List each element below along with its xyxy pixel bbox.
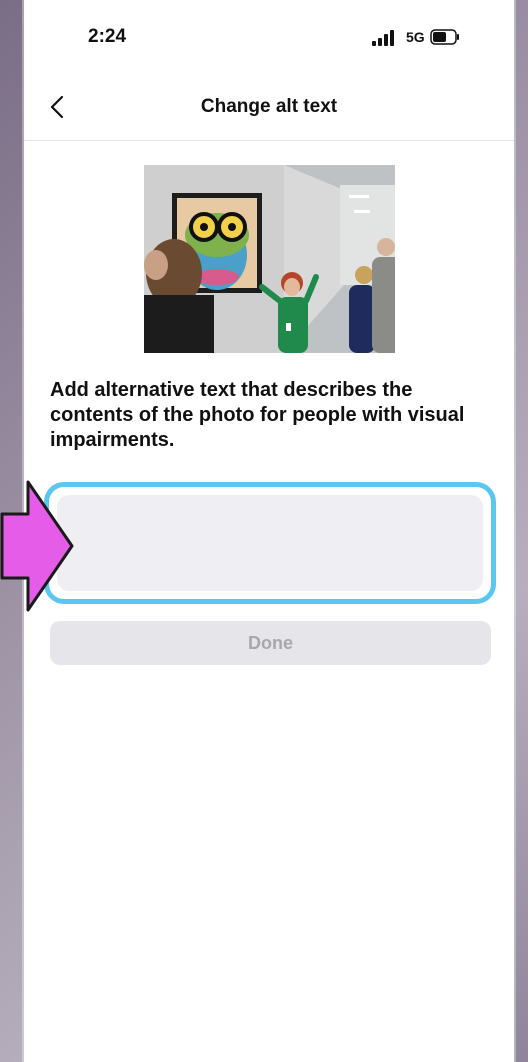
- instruction-text: Add alternative text that describes the …: [50, 379, 465, 451]
- done-button[interactable]: Done: [50, 621, 491, 665]
- status-bar: 2:24 5G: [24, 0, 514, 78]
- highlight-outline: [44, 482, 496, 604]
- alt-text-input[interactable]: [57, 495, 483, 591]
- signal-icon: [372, 30, 394, 46]
- status-time: 2:24: [88, 26, 127, 47]
- photo-thumbnail: [144, 165, 395, 353]
- arrow-pointer-icon: [0, 480, 74, 612]
- page-title: Change alt text: [200, 96, 338, 117]
- navigation-bar: Change alt text: [24, 78, 514, 141]
- battery-icon: [430, 29, 459, 45]
- phone-screen: 2:24 5G Change alt text Add alternative …: [24, 0, 514, 1062]
- network-label: 5G: [406, 29, 425, 45]
- photo-image: [144, 165, 395, 353]
